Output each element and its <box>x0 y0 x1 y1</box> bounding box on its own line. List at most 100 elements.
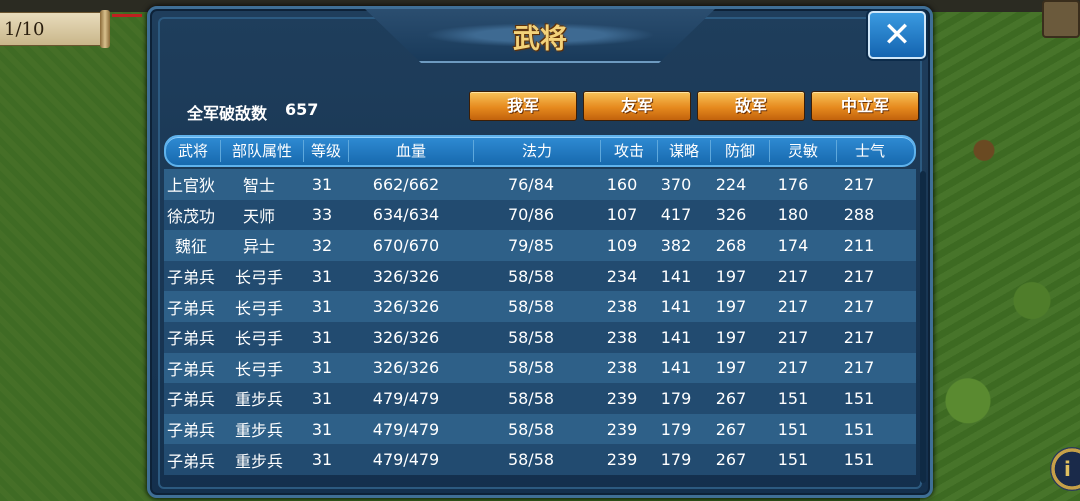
column-header[interactable]: 法力 <box>474 140 601 162</box>
table-row[interactable]: 上官狄 智士 31 662/662 76/84 160 370 224 176 217 <box>164 169 916 200</box>
table-cell: 58/58 <box>507 388 555 408</box>
table-cell: 151 <box>843 450 875 470</box>
table-cell: 31 <box>311 327 333 347</box>
column-header[interactable]: 防御 <box>711 140 770 162</box>
table-row[interactable]: 子弟兵 长弓手 31 326/326 58/58 238 141 197 217 217 <box>164 291 916 322</box>
table-cell: 子弟兵 <box>166 451 215 471</box>
table-cell: 58/58 <box>507 266 555 286</box>
table-cell: 32 <box>311 235 333 255</box>
column-header[interactable]: 谋略 <box>658 140 711 162</box>
tab-neutral-army[interactable]: 中立军 <box>811 91 919 121</box>
table-cell: 174 <box>777 235 809 255</box>
table-cell: 141 <box>660 266 692 286</box>
table-row[interactable]: 子弟兵 重步兵 31 479/479 58/58 239 179 267 151 151 <box>164 413 916 445</box>
table-row[interactable]: 子弟兵 长弓手 31 326/326 58/58 238 141 197 217 217 <box>164 352 916 384</box>
table-cell: 326/326 <box>372 266 440 286</box>
total-kills-label: 全军破敌数 <box>187 104 268 123</box>
table-row[interactable]: 子弟兵 重步兵 31 479/479 58/58 239 179 267 151 151 <box>164 383 916 414</box>
table-cell: 58/58 <box>507 297 555 317</box>
table-cell: 217 <box>843 297 875 317</box>
faction-tabs: 我军 友军 敌军 中立军 <box>469 91 919 121</box>
table-row[interactable]: 子弟兵 重步兵 31 479/479 58/58 239 179 267 151 151 <box>164 444 916 475</box>
table-cell: 151 <box>843 419 875 439</box>
table-cell: 长弓手 <box>234 298 283 318</box>
general-table: 武将 部队属性 等级 血量 法力 攻击 谋略 防御 灵敏 士气 上官狄 智士 31 6… <box>164 135 926 483</box>
table-cell: 370 <box>660 174 692 194</box>
column-header[interactable]: 灵敏 <box>770 140 837 162</box>
table-cell: 217 <box>777 358 809 378</box>
table-cell: 33 <box>311 205 333 225</box>
table-cell: 326/326 <box>372 297 440 317</box>
table-cell: 382 <box>660 235 692 255</box>
table-cell: 31 <box>311 297 333 317</box>
title-banner: 武将 <box>365 9 715 63</box>
column-header[interactable]: 等级 <box>304 140 349 162</box>
table-cell: 479/479 <box>372 450 440 470</box>
map-marker-line <box>112 14 142 17</box>
table-cell: 魏征 <box>174 237 207 257</box>
table-cell: 子弟兵 <box>166 421 215 441</box>
column-header[interactable]: 血量 <box>349 140 474 162</box>
table-cell: 徐茂功 <box>166 206 215 226</box>
table-cell: 子弟兵 <box>166 390 215 410</box>
column-header[interactable]: 部队属性 <box>221 140 304 162</box>
column-header[interactable]: 武将 <box>166 140 221 162</box>
table-row[interactable]: 魏征 异士 32 670/670 79/85 109 382 268 174 211 <box>164 230 916 261</box>
table-cell: 634/634 <box>372 205 440 225</box>
table-cell: 76/84 <box>507 174 555 194</box>
table-cell: 141 <box>660 327 692 347</box>
table-cell: 197 <box>715 266 747 286</box>
table-cell: 子弟兵 <box>166 329 215 349</box>
table-cell: 长弓手 <box>234 329 283 349</box>
table-cell: 天师 <box>242 206 275 226</box>
tab-allied-army[interactable]: 友军 <box>583 91 691 121</box>
table-cell: 211 <box>843 235 875 255</box>
table-cell: 239 <box>606 450 638 470</box>
table-header: 武将 部队属性 等级 血量 法力 攻击 谋略 防御 灵敏 士气 <box>164 135 916 167</box>
table-cell: 326 <box>715 205 747 225</box>
map-background-right <box>920 0 1080 501</box>
table-body: 上官狄 智士 31 662/662 76/84 160 370 224 176 217 徐茂功 天师 3… <box>164 169 916 475</box>
table-cell: 子弟兵 <box>166 268 215 288</box>
table-cell: 160 <box>606 174 638 194</box>
tab-enemy-army[interactable]: 敌军 <box>697 91 805 121</box>
table-cell: 239 <box>606 419 638 439</box>
column-header[interactable]: 攻击 <box>601 140 658 162</box>
table-scrollbar[interactable] <box>920 171 926 483</box>
table-cell: 109 <box>606 235 638 255</box>
table-cell: 180 <box>777 205 809 225</box>
table-row[interactable]: 徐茂功 天师 33 634/634 70/86 107 417 326 180 288 <box>164 199 916 231</box>
table-row[interactable]: 子弟兵 长弓手 31 326/326 58/58 238 141 197 217 217 <box>164 321 916 353</box>
table-cell: 31 <box>311 358 333 378</box>
table-cell: 141 <box>660 358 692 378</box>
scroll-knob-icon <box>100 10 110 48</box>
table-cell: 267 <box>715 388 747 408</box>
table-cell: 31 <box>311 419 333 439</box>
table-cell: 子弟兵 <box>166 359 215 379</box>
table-cell: 479/479 <box>372 388 440 408</box>
table-cell: 141 <box>660 297 692 317</box>
table-cell: 224 <box>715 174 747 194</box>
close-button[interactable]: ✕ <box>868 11 926 59</box>
table-cell: 238 <box>606 358 638 378</box>
table-cell: 217 <box>777 327 809 347</box>
table-cell: 31 <box>311 388 333 408</box>
table-cell: 智士 <box>242 176 275 196</box>
tab-my-army[interactable]: 我军 <box>469 91 577 121</box>
column-header[interactable]: 士气 <box>837 140 903 162</box>
menu-corner-icon[interactable] <box>1042 0 1080 38</box>
table-cell: 长弓手 <box>234 268 283 288</box>
table-cell: 234 <box>606 266 638 286</box>
general-dialog: 武将 ✕ 全军破敌数 657 我军 友军 敌军 中立军 武将 部队属性 等级 血… <box>147 6 933 498</box>
table-row[interactable]: 子弟兵 长弓手 31 326/326 58/58 234 141 197 217 217 <box>164 260 916 292</box>
table-cell: 79/85 <box>507 235 555 255</box>
table-cell: 217 <box>843 266 875 286</box>
table-cell: 58/58 <box>507 419 555 439</box>
table-cell: 58/58 <box>507 358 555 378</box>
table-cell: 176 <box>777 174 809 194</box>
table-cell: 197 <box>715 358 747 378</box>
table-cell: 217 <box>843 358 875 378</box>
table-cell: 70/86 <box>507 205 555 225</box>
table-cell: 31 <box>311 266 333 286</box>
table-cell: 151 <box>843 388 875 408</box>
